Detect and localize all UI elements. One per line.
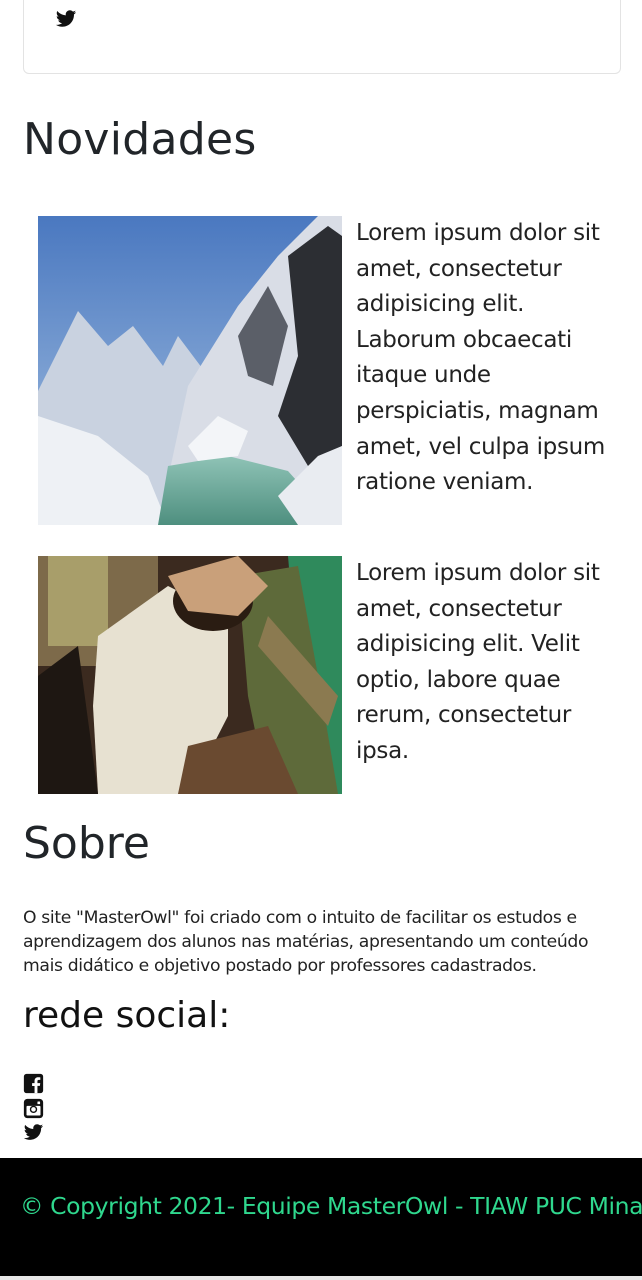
person-in-car-image (38, 556, 342, 794)
novidades-heading: Novidades (23, 114, 257, 165)
news-image-mountain (38, 216, 342, 525)
social-icons (23, 1073, 47, 1147)
news-image-car (38, 556, 342, 794)
mountain-lake-image (38, 216, 342, 525)
top-card (23, 0, 621, 74)
footer-copyright: © Copyright 2021- Equipe MasterOwl - TIA… (20, 1192, 642, 1220)
twitter-icon[interactable] (55, 8, 77, 30)
news-text-2: Lorem ipsum dolor sit amet, consectetur … (356, 560, 600, 764)
about-paragraph: O site "MasterOwl" foi criado com o intu… (23, 908, 589, 976)
instagram-icon[interactable] (23, 1098, 44, 1119)
bottom-divider (0, 1276, 642, 1280)
footer: © Copyright 2021- Equipe MasterOwl - TIA… (0, 1158, 642, 1276)
twitter-icon[interactable] (23, 1122, 44, 1143)
sobre-heading: Sobre (23, 818, 150, 869)
social-heading: rede social: (23, 995, 231, 1036)
news-text-1: Lorem ipsum dolor sit amet, consectetur … (356, 220, 606, 496)
facebook-icon[interactable] (23, 1073, 44, 1094)
